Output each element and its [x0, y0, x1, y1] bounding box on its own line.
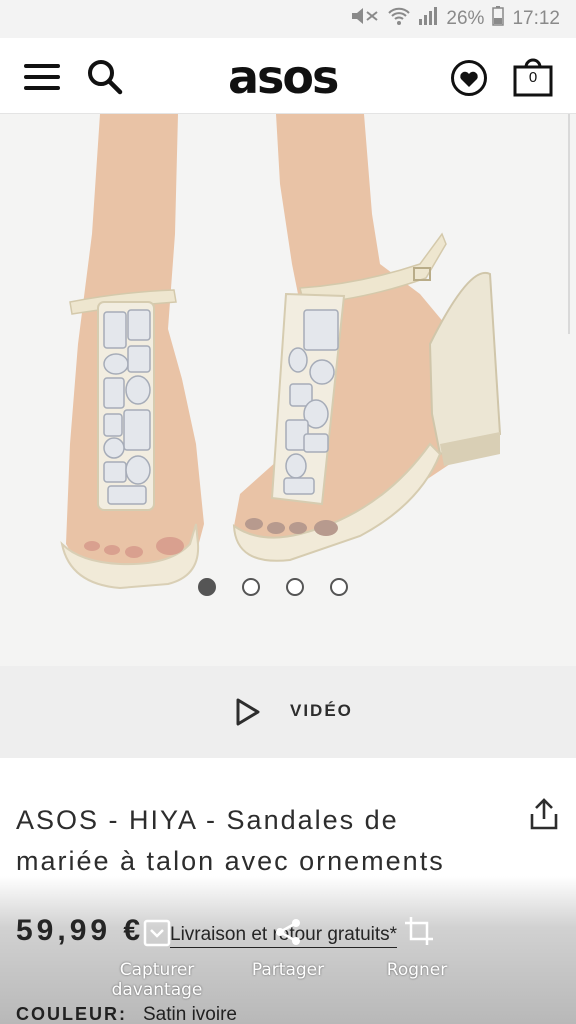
signal-icon	[418, 6, 438, 32]
capture-more-button[interactable]: Capturer davantage	[104, 960, 210, 1000]
wifi-icon	[388, 6, 411, 32]
site-header: asos 0	[0, 38, 576, 114]
clock: 17:12	[512, 8, 560, 29]
status-bar: 26% 17:12	[0, 0, 576, 38]
color-value: Satin ivoire	[143, 1004, 237, 1024]
share-icon[interactable]	[528, 798, 560, 832]
search-icon[interactable]	[86, 58, 124, 96]
play-icon	[234, 698, 262, 726]
product-title: ASOS - HIYA - Sandales de mariée à talon…	[16, 805, 445, 876]
product-price: 59,99 €	[16, 914, 145, 947]
bag-icon[interactable]: 0	[512, 56, 554, 98]
carousel-dot[interactable]	[242, 578, 260, 596]
share-screenshot-icon[interactable]	[272, 916, 304, 953]
product-image-gallery[interactable]	[0, 114, 576, 666]
color-label: COULEUR:	[16, 1004, 127, 1024]
mute-icon	[350, 6, 380, 32]
status-icons: 26% 17:12	[350, 6, 560, 32]
carousel-dot[interactable]	[286, 578, 304, 596]
saved-items-icon[interactable]	[450, 59, 488, 97]
battery-icon	[492, 6, 505, 32]
crop-icon[interactable]	[404, 916, 434, 951]
crop-button[interactable]: Rogner	[372, 960, 462, 980]
carousel-dots	[198, 578, 348, 596]
carousel-dot[interactable]	[330, 578, 348, 596]
menu-icon[interactable]	[24, 64, 60, 90]
capture-more-icon[interactable]	[142, 918, 172, 953]
carousel-dot[interactable]	[198, 578, 216, 596]
video-label: VIDÉO	[290, 701, 353, 720]
share-screenshot-button[interactable]: Partager	[240, 960, 336, 980]
next-image-peek[interactable]	[568, 114, 576, 334]
bag-count: 0	[528, 69, 538, 86]
battery-percent: 26%	[446, 8, 485, 29]
video-button[interactable]: VIDÉO	[0, 666, 576, 758]
asos-logo[interactable]: asos	[228, 50, 339, 104]
